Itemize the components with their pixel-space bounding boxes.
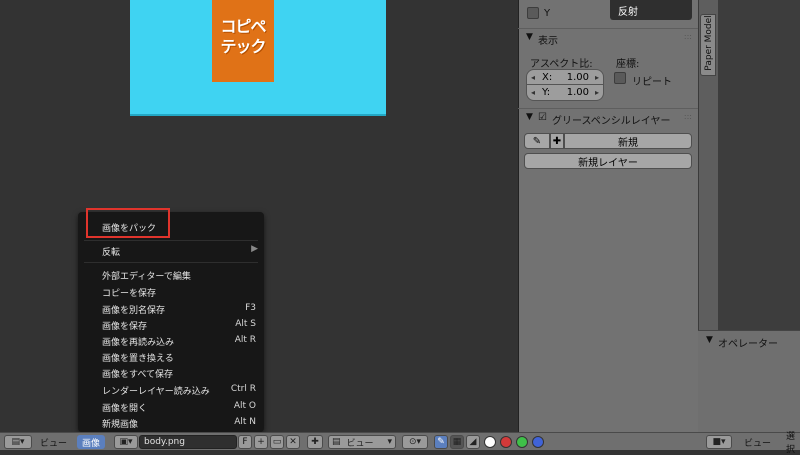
logo-line-2: テック: [220, 37, 266, 56]
menu-item-edit-externally[interactable]: 外部エディターで編集: [78, 266, 264, 283]
view-mode-dropdown[interactable]: ▤ ビュー ▾: [328, 435, 396, 449]
paint-brush-icon[interactable]: ✎: [434, 435, 448, 449]
menu-separator: [84, 240, 258, 241]
y-checkbox[interactable]: [527, 7, 539, 19]
channel-blue-icon[interactable]: [532, 436, 544, 448]
menu-item-save[interactable]: 画像を保存 Alt S: [78, 316, 264, 333]
pin-icon[interactable]: ✚: [307, 435, 323, 449]
reflect-button[interactable]: 反射: [610, 0, 692, 20]
channel-rgb-icon[interactable]: [484, 436, 496, 448]
3d-view-icon[interactable]: ■▾: [706, 435, 732, 449]
drag-grip-icon[interactable]: :::: [684, 32, 692, 41]
grease-enabled-checkbox[interactable]: ☑: [538, 112, 547, 123]
logo-line-1: コピペ: [220, 17, 266, 36]
close-icon[interactable]: ✕: [286, 435, 300, 449]
grease-new-button[interactable]: 新規: [564, 133, 692, 149]
grease-panel-title: グリースペンシルレイヤー: [552, 116, 671, 127]
menu-separator: [84, 262, 258, 263]
tab-paper-model[interactable]: Paper Model: [700, 14, 716, 76]
repeat-checkbox[interactable]: [614, 72, 626, 84]
alpha-icon[interactable]: ◢: [466, 435, 480, 449]
right-menu-select[interactable]: 選択: [786, 432, 800, 455]
view-mode-icon: ▤: [332, 437, 341, 447]
logo-image: コピペ テック: [212, 0, 274, 82]
aspect-label: アスペクト比:: [530, 59, 593, 70]
plus-icon[interactable]: +: [254, 435, 268, 449]
menu-item-reload[interactable]: 画像を再読み込み Alt R: [78, 332, 264, 349]
increment-arrow-icon[interactable]: ▸: [595, 88, 599, 97]
menu-item-new-image[interactable]: 新規画像 Alt N: [78, 414, 264, 431]
decrement-arrow-icon[interactable]: ◂: [531, 88, 539, 97]
operator-panel: ▼ オペレーター: [698, 330, 800, 432]
fake-user-button[interactable]: F: [238, 435, 252, 449]
menu-item-flip[interactable]: 反転 ▶: [78, 242, 264, 259]
aspect-y-field[interactable]: ◂ Y: 1.00 ▸: [526, 85, 604, 101]
menu-item-save-as[interactable]: 画像を別名保存 F3: [78, 300, 264, 317]
channel-red-icon[interactable]: [500, 436, 512, 448]
increment-arrow-icon[interactable]: ▸: [595, 73, 599, 82]
y-checkbox-label: Y: [544, 8, 551, 19]
collapse-triangle-icon: ▼: [526, 112, 533, 122]
display-panel-header[interactable]: ▼ 表示 :::: [518, 28, 698, 47]
display-panel-title: 表示: [538, 36, 558, 47]
pivot-icon[interactable]: ⊙▾: [402, 435, 428, 449]
aspect-x-field[interactable]: ◂ X: 1.00 ▸: [526, 69, 604, 85]
checker-icon[interactable]: ▦: [450, 435, 464, 449]
folder-icon[interactable]: ▭: [270, 435, 284, 449]
submenu-chevron-icon: ▶: [251, 244, 258, 254]
menu-item-replace[interactable]: 画像を置き換える: [78, 348, 264, 365]
pencil-icon[interactable]: ✎: [524, 133, 550, 149]
menu-item-read-render-layers[interactable]: レンダーレイヤー読み込み Ctrl R: [78, 381, 264, 398]
grease-pencil-panel-header[interactable]: ▼ ☑ グリースペンシルレイヤー :::: [518, 108, 698, 127]
chevron-down-icon: ▾: [387, 437, 392, 447]
decrement-arrow-icon[interactable]: ◂: [531, 73, 539, 82]
menu-image[interactable]: 画像: [77, 435, 106, 449]
new-layer-button[interactable]: 新規レイヤー: [524, 153, 692, 169]
collapse-triangle-icon: ▼: [526, 32, 533, 42]
collapse-triangle-icon[interactable]: ▼: [706, 335, 713, 345]
menu-item-pack-image[interactable]: 画像をパック: [78, 218, 264, 235]
menu-item-save-all[interactable]: 画像をすべて保存: [78, 364, 264, 381]
operator-title: オペレーター: [718, 339, 778, 350]
menu-item-open[interactable]: 画像を開く Alt O: [78, 398, 264, 415]
image-browse-icon[interactable]: ▣▾: [114, 435, 138, 449]
right-menu-view[interactable]: ビュー: [744, 435, 771, 449]
menu-view[interactable]: ビュー: [40, 435, 67, 449]
right-area: [718, 0, 800, 330]
image-editor-header: ▤▾ ビュー 画像 ▣▾ body.png F + ▭ ✕ ✚ ▤ ビュー ▾ …: [0, 432, 800, 455]
image-name-field[interactable]: body.png: [139, 435, 237, 449]
coord-label: 座標:: [616, 59, 640, 70]
drag-grip-icon[interactable]: :::: [684, 112, 692, 121]
menu-item-save-copy[interactable]: コピーを保存: [78, 283, 264, 300]
plus-icon[interactable]: ✚: [550, 133, 564, 149]
repeat-label: リピート: [632, 77, 672, 88]
image-context-menu: 画像をパック 反転 ▶ 外部エディターで編集 コピーを保存 画像を別名保存 F3 …: [78, 212, 264, 432]
channel-green-icon[interactable]: [516, 436, 528, 448]
editor-type-icon[interactable]: ▤▾: [4, 435, 32, 449]
